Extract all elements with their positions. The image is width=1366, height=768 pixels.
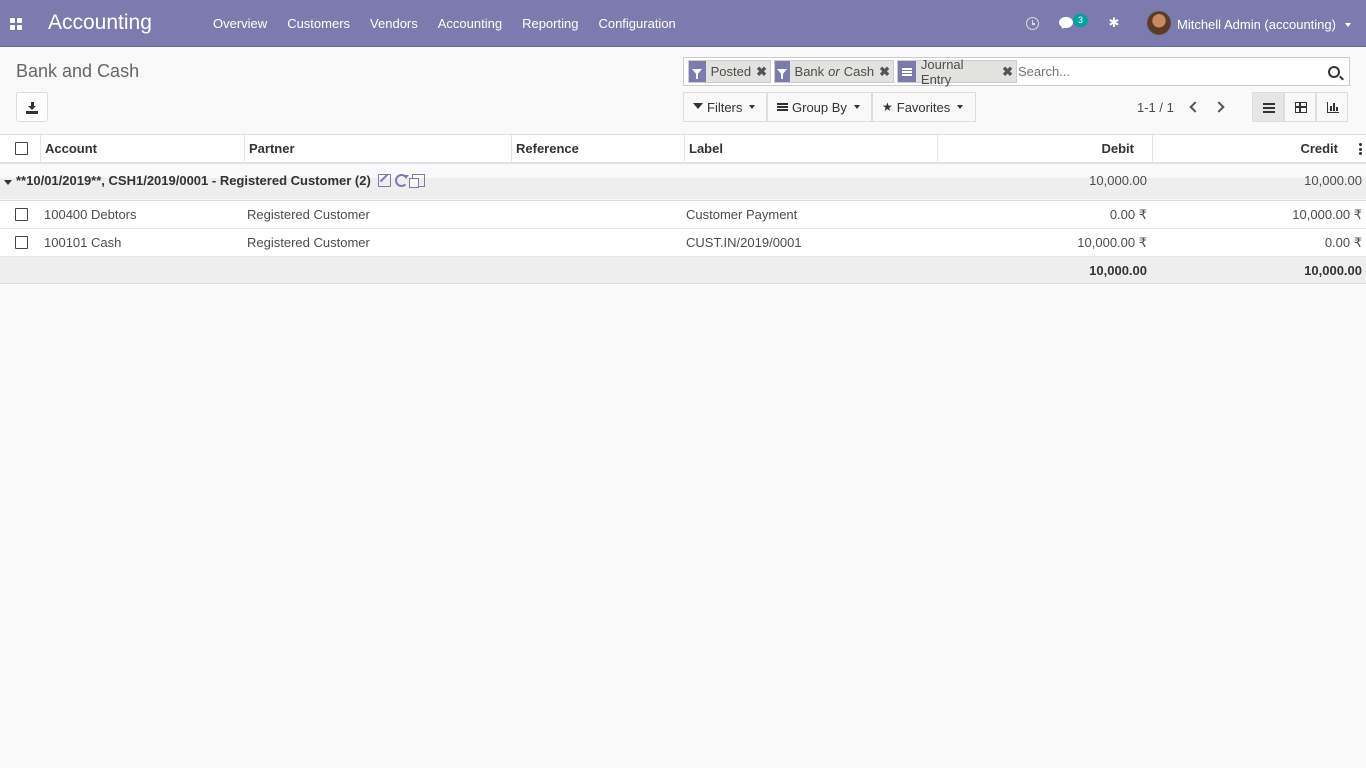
group-by-icon — [898, 61, 916, 82]
menu-customers[interactable]: Customers — [277, 0, 360, 47]
favorites-label: Favorites — [896, 99, 951, 115]
top-navbar: Accounting Overview Customers Vendors Ac… — [0, 0, 1366, 47]
refresh-icon[interactable] — [395, 174, 409, 187]
chevron-down-icon — [749, 105, 756, 109]
cell-debit: 10,000.00 ₹ — [1077, 235, 1147, 250]
pager-previous-icon[interactable] — [1189, 101, 1201, 113]
group-by-icon — [777, 103, 788, 111]
column-credit[interactable]: Credit — [1152, 135, 1352, 163]
filter-icon — [693, 103, 703, 109]
menu-accounting[interactable]: Accounting — [428, 0, 512, 47]
cell-label: CUST.IN/2019/0001 — [686, 235, 802, 250]
edit-icon[interactable] — [378, 174, 391, 187]
facet-journal-entry-label: Journal Entry — [920, 56, 964, 87]
cell-account: 100400 Debtors — [44, 207, 137, 222]
facet-remove-icon[interactable]: ✖ — [879, 64, 890, 80]
row-checkbox[interactable] — [15, 236, 28, 249]
column-partner[interactable]: Partner — [244, 135, 511, 163]
chevron-down-icon — [957, 105, 964, 109]
facet-bank-or-cash: Bank or Cash ✖ — [774, 60, 894, 83]
facet-posted-label: Posted — [710, 64, 752, 79]
cell-debit: 0.00 ₹ — [1109, 207, 1147, 222]
column-label[interactable]: Label — [684, 135, 937, 163]
download-icon — [28, 102, 36, 111]
total-debit: 10,000.00 — [1089, 263, 1147, 278]
activity-clock-icon[interactable] — [1026, 17, 1039, 30]
cell-label: Customer Payment — [686, 207, 798, 222]
cell-credit: 0.00 ₹ — [1324, 235, 1362, 250]
menu-configuration[interactable]: Configuration — [588, 0, 685, 47]
app-brand[interactable]: Accounting — [48, 11, 152, 35]
groupby-dropdown-button[interactable]: Group By — [767, 92, 872, 122]
user-avatar[interactable] — [1147, 11, 1171, 35]
group-actions — [378, 174, 425, 188]
optional-columns-icon[interactable] — [1359, 143, 1362, 155]
facet-bank-label: Bank — [794, 64, 825, 79]
search-input[interactable] — [1018, 64, 1318, 79]
facet-journal-entry: Journal Entry ✖ — [897, 57, 1017, 87]
caret-down-icon[interactable] — [4, 180, 12, 185]
filters-label: Filters — [707, 99, 743, 115]
table-footer-totals: 10,000.00 10,000.00 — [0, 257, 1366, 284]
pivot-view-button[interactable] — [1284, 92, 1316, 122]
list-icon — [1263, 103, 1275, 113]
select-all-checkbox[interactable] — [15, 142, 28, 155]
chevron-down-icon — [853, 105, 860, 109]
search-icon[interactable] — [1328, 66, 1340, 78]
column-debit[interactable]: Debit — [937, 135, 1152, 163]
group-debit: 10,000.00 — [1089, 173, 1147, 188]
facet-posted: Posted ✖ — [688, 60, 771, 83]
apps-menu-icon[interactable] — [10, 18, 22, 30]
cell-partner: Registered Customer — [247, 207, 370, 222]
cell-partner: Registered Customer — [247, 235, 370, 250]
group-title: **10/01/2019**, CSH1/2019/0001 - Registe… — [16, 173, 371, 188]
pager-next-icon[interactable] — [1213, 101, 1225, 113]
table-row[interactable]: 100400 Debtors Registered Customer Custo… — [0, 201, 1366, 229]
search-bar[interactable]: Posted ✖ Bank or Cash ✖ Journal Entry ✖ — [683, 57, 1350, 87]
facet-cash-label: Cash — [843, 64, 875, 79]
journal-items-table: Account Partner Reference Label Debit Cr… — [0, 134, 1366, 284]
group-row[interactable]: **10/01/2019**, CSH1/2019/0001 - Registe… — [0, 164, 1366, 201]
debug-bug-icon[interactable]: ✱ — [1108, 16, 1120, 30]
breadcrumb: Bank and Cash — [16, 61, 140, 81]
messaging-chat-icon[interactable] — [1059, 17, 1073, 28]
menu-overview[interactable]: Overview — [203, 0, 277, 47]
graph-view-button[interactable] — [1316, 92, 1348, 122]
chevron-down-icon[interactable] — [1345, 23, 1351, 27]
copy-icon[interactable] — [409, 174, 425, 188]
filters-dropdown-button[interactable]: Filters — [683, 92, 767, 122]
view-switcher — [1252, 92, 1349, 122]
facet-or-label: or — [828, 64, 840, 79]
table-icon — [1295, 102, 1307, 113]
total-credit: 10,000.00 — [1304, 263, 1362, 278]
groupby-label: Group By — [792, 99, 847, 115]
cell-account: 100101 Cash — [44, 235, 122, 250]
group-credit: 10,000.00 — [1304, 173, 1362, 188]
table-header: Account Partner Reference Label Debit Cr… — [0, 134, 1366, 164]
messages-badge: 3 — [1073, 14, 1088, 27]
menu-vendors[interactable]: Vendors — [360, 0, 428, 47]
row-checkbox[interactable] — [15, 208, 28, 221]
bar-chart-icon — [1327, 102, 1339, 113]
list-view-button[interactable] — [1252, 92, 1284, 122]
pager-value[interactable]: 1-1 / 1 — [1137, 100, 1174, 115]
cell-credit: 10,000.00 ₹ — [1292, 207, 1362, 222]
favorites-dropdown-button[interactable]: ★ Favorites — [872, 92, 976, 122]
column-reference[interactable]: Reference — [511, 135, 684, 163]
menu-reporting[interactable]: Reporting — [512, 0, 588, 47]
column-account[interactable]: Account — [40, 135, 244, 163]
star-icon: ★ — [882, 100, 893, 114]
facet-remove-icon[interactable]: ✖ — [1002, 64, 1013, 80]
main-menu: Overview Customers Vendors Accounting Re… — [203, 0, 686, 47]
filter-icon — [775, 61, 790, 82]
export-download-button[interactable] — [16, 92, 48, 122]
table-row[interactable]: 100101 Cash Registered Customer CUST.IN/… — [0, 229, 1366, 257]
filter-icon — [689, 61, 706, 82]
user-menu[interactable]: Mitchell Admin (accounting) — [1177, 17, 1336, 32]
facet-remove-icon[interactable]: ✖ — [756, 64, 767, 80]
